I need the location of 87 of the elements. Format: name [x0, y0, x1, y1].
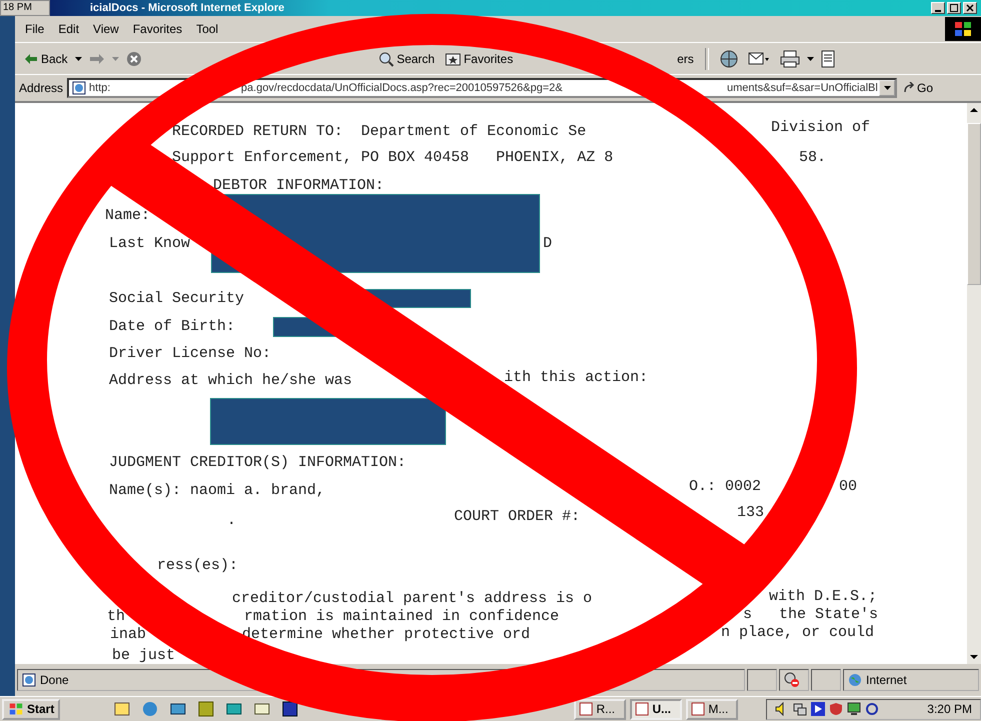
window-icon: [691, 702, 706, 716]
document-text: DEBTOR INFORMATION:: [213, 177, 384, 195]
document-text: .: [227, 512, 236, 530]
document-text: Name(s): naomi a. brand,: [109, 482, 326, 500]
globe-icon: [848, 672, 862, 686]
toolbar-button[interactable]: ers: [674, 50, 697, 68]
document-text: inab: [110, 626, 146, 644]
maximize-button[interactable]: [947, 2, 961, 14]
menu-item[interactable]: View: [87, 20, 125, 38]
caret-icon[interactable]: [74, 56, 82, 60]
network-icon[interactable]: [793, 702, 807, 716]
minimize-button[interactable]: [931, 2, 945, 14]
taskbar-button[interactable]: R...: [574, 698, 626, 720]
document-text: Last Know: [109, 235, 190, 253]
document-text: RECORDED RETURN TO: Department of Economic Se: [172, 123, 586, 141]
start-button[interactable]: Start: [2, 698, 60, 720]
page-icon: [72, 81, 86, 95]
clock-text: 18 PM: [0, 0, 50, 16]
go-button[interactable]: Go: [901, 81, 936, 95]
taskbar-button[interactable]: M...: [686, 698, 738, 720]
document-text: Social Security: [109, 290, 244, 308]
blocked-icon: [784, 672, 800, 688]
monitor-icon[interactable]: [847, 702, 861, 716]
app-icon[interactable]: [282, 701, 298, 717]
document-icon[interactable]: [820, 50, 835, 68]
maximize-icon: [950, 4, 958, 12]
back-button[interactable]: Back: [21, 50, 71, 68]
window-icon: [635, 702, 650, 716]
search-button[interactable]: Search: [374, 48, 438, 68]
document-text: Name:: [105, 207, 150, 225]
caret-icon: [884, 86, 891, 90]
app-icon[interactable]: [114, 701, 130, 717]
zone-text: Internet: [866, 672, 907, 686]
status-panel: [747, 668, 777, 690]
document-text: O.: 0002: [689, 478, 762, 496]
document-text: s: [743, 606, 752, 624]
mail-icon[interactable]: [748, 50, 770, 68]
play-icon[interactable]: [811, 702, 825, 716]
window-title: icialDocs - Microsoft Internet Explore: [90, 2, 284, 14]
document-text: 133: [737, 504, 764, 522]
document-text: the State's: [779, 606, 878, 624]
menu-item[interactable]: Tool: [190, 20, 224, 38]
document-text: be just: [112, 647, 176, 665]
search-icon: [378, 50, 394, 66]
app-icon[interactable]: [254, 701, 270, 717]
globe-icon[interactable]: [720, 50, 738, 68]
stop-icon[interactable]: [126, 50, 142, 66]
close-button[interactable]: [963, 2, 977, 14]
app-icon[interactable]: [226, 701, 242, 717]
document-text: rmation is maintained in confidence: [244, 608, 560, 626]
status-panel: [811, 668, 841, 690]
page-icon: [22, 672, 36, 686]
app-icon[interactable]: [170, 701, 186, 717]
printer-icon[interactable]: [780, 50, 800, 68]
document-text: D: [543, 235, 552, 253]
document-text: determine whether protective ord: [242, 626, 530, 644]
document-text: COURT ORDER #:: [454, 508, 580, 526]
document-text: Driver License No:: [109, 345, 272, 363]
document-text: ith this action:: [504, 369, 648, 387]
address-label: Address: [19, 81, 64, 95]
document-text: ress(es):: [157, 557, 238, 575]
window-icon: [579, 702, 594, 716]
dropdown-button[interactable]: [879, 80, 896, 96]
windows-logo-icon: [8, 702, 24, 716]
document-text: 58.: [799, 149, 826, 167]
document-text: Address at which he/she was: [109, 372, 352, 390]
document-text: Date of Birth:: [109, 318, 236, 336]
back-arrow-icon: [24, 52, 38, 64]
document-text: with D.E.S.;: [769, 588, 878, 606]
scrollbar[interactable]: [967, 103, 981, 664]
taskbar-button[interactable]: U...: [630, 698, 682, 720]
document-text: JUDGMENT CREDITOR(S) INFORMATION:: [109, 454, 406, 472]
go-arrow-icon: [903, 82, 916, 94]
menu-item[interactable]: Edit: [52, 20, 86, 38]
clock-text: 3:20 PM: [927, 702, 972, 716]
document-text: 00: [839, 478, 858, 496]
document-text: Support Enforcement, PO BOX 40458 PHOENIX, AZ 8: [172, 149, 614, 167]
document-text: n place, or could: [721, 624, 874, 642]
status-text: Done: [40, 672, 69, 686]
menu-item[interactable]: File: [19, 20, 50, 38]
document-text: th: [107, 608, 126, 626]
document-text: Division of: [771, 119, 870, 137]
close-icon: [966, 4, 974, 12]
menu-item[interactable]: Favorites: [126, 20, 188, 38]
document-text: creditor/custodial parent's address is o: [232, 590, 592, 608]
windows-logo-icon: [945, 17, 981, 41]
caret-icon[interactable]: [806, 56, 814, 60]
